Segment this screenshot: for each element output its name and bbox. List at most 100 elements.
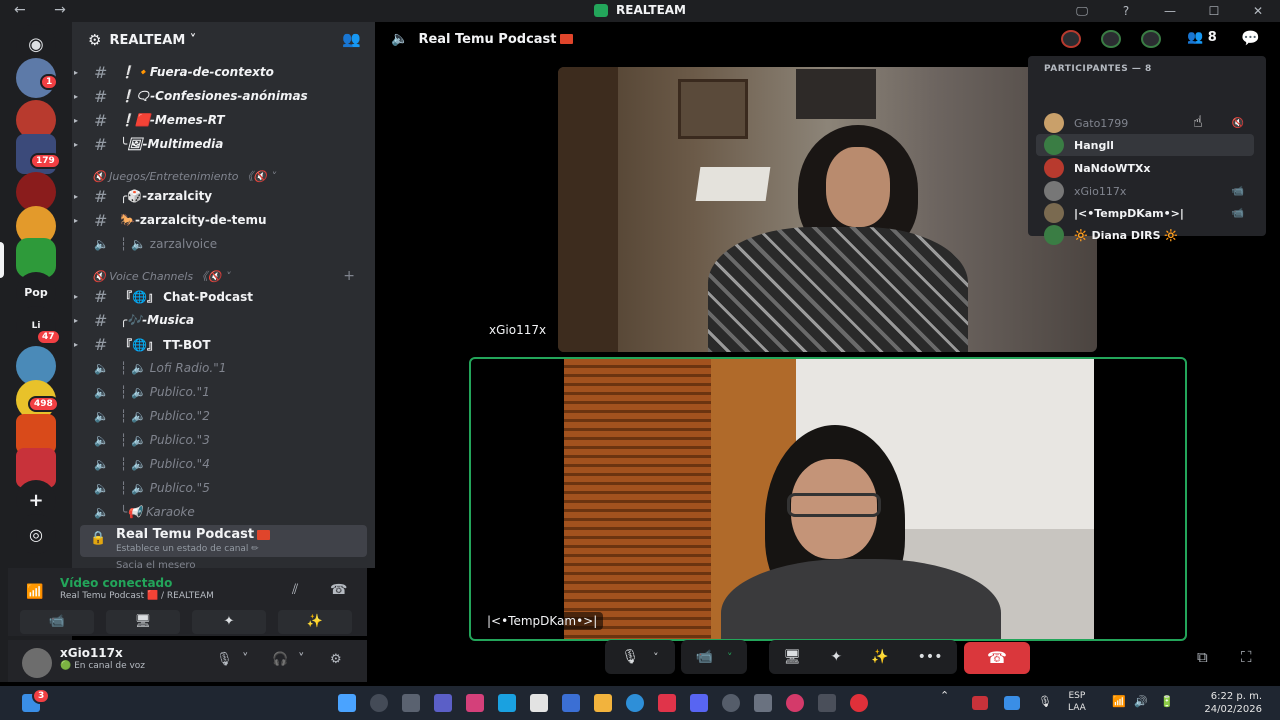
- voice-channel-item[interactable]: 🔈 ┆ 🔈 Publico."5: [72, 476, 375, 500]
- channel-status-prompt[interactable]: Establece un estado de canal ✏: [116, 544, 259, 554]
- voice-channel-item[interactable]: 🔈 ┆ 🔈 zarzalvoice: [72, 232, 375, 256]
- language-indicator[interactable]: ESP LAA: [1068, 690, 1086, 714]
- signal-icon[interactable]: 📶: [26, 584, 43, 600]
- mic-control[interactable]: 🎙 ˅: [605, 640, 675, 674]
- channel-item[interactable]: ▸ # ❕🟥-Memes-RT: [72, 108, 375, 132]
- app-icon-i[interactable]: [850, 694, 868, 712]
- tray-overflow-icon[interactable]: ⌃: [940, 690, 949, 702]
- app-icon-g[interactable]: [786, 694, 804, 712]
- app-icon-e[interactable]: [722, 694, 740, 712]
- maximize-button[interactable]: ☐: [1192, 4, 1236, 18]
- taskbar-clock[interactable]: 6:22 p. m. 24/02/2026: [1204, 690, 1262, 716]
- task-view-icon[interactable]: [402, 694, 420, 712]
- volume-icon[interactable]: 🔊: [1134, 696, 1148, 708]
- close-button[interactable]: ✕: [1236, 4, 1280, 18]
- participant-avatar-icon[interactable]: [1141, 30, 1161, 48]
- category-voice[interactable]: 🔇 Voice Channels 《🔇 ˅ +: [72, 266, 375, 286]
- participant-row[interactable]: NaNdoWTXx: [1036, 157, 1254, 179]
- minimize-button[interactable]: —: [1148, 4, 1192, 18]
- teams-icon[interactable]: [434, 694, 452, 712]
- popout-icon[interactable]: ⧉: [1197, 648, 1208, 666]
- inbox-icon[interactable]: 🖵: [1060, 4, 1104, 19]
- app-icon-f[interactable]: [754, 694, 772, 712]
- video-tile-bottom[interactable]: [469, 357, 1187, 641]
- channel-item[interactable]: ▸ # 『🌐』 Chat-Podcast: [72, 284, 375, 308]
- voice-channel-item[interactable]: 🔈 ┆ 🔈 Publico."3: [72, 428, 375, 452]
- participants-toggle[interactable]: 👥 8: [1187, 30, 1217, 45]
- channel-item[interactable]: ▸ # ╰🖼-Multimedia: [72, 132, 375, 156]
- invite-icon[interactable]: 👥: [342, 30, 361, 48]
- voice-member-peek[interactable]: Sacia el mesero: [116, 560, 195, 568]
- chat-icon[interactable]: 💬: [1241, 29, 1260, 47]
- participant-row[interactable]: |<•TempDKam•>| 📹: [1036, 202, 1254, 224]
- participant-avatar-icon[interactable]: [1101, 30, 1121, 48]
- activities-button[interactable]: ✦: [192, 610, 266, 634]
- voice-channel-item[interactable]: 🔈 ┆ 🔈 Publico."2: [72, 404, 375, 428]
- guild-header[interactable]: ⚙ REALTEAM ˅ 👥: [72, 22, 375, 58]
- disconnect-icon[interactable]: ☎: [330, 582, 347, 598]
- camera-control[interactable]: 📹 ˅: [681, 640, 747, 674]
- participant-row[interactable]: Gato1799 🔇: [1036, 112, 1254, 134]
- headphones-icon[interactable]: 🎧: [272, 652, 288, 667]
- channel-item[interactable]: ▸ # ❕🔸Fuera-de-contexto: [72, 60, 375, 84]
- chevron-down-icon[interactable]: ˅: [242, 652, 249, 667]
- start-icon[interactable]: [338, 694, 356, 712]
- chevron-down-icon[interactable]: ˅: [727, 651, 733, 664]
- more-icon[interactable]: •••: [918, 649, 943, 665]
- channel-item[interactable]: ▸ # ╭🎲-zarzalcity: [72, 184, 375, 208]
- fullscreen-icon[interactable]: ⛶: [1241, 648, 1252, 666]
- edge-icon[interactable]: [498, 694, 516, 712]
- username[interactable]: xGio117x: [60, 646, 123, 660]
- explore-icon[interactable]: ◎: [16, 514, 56, 554]
- voice-channel-item[interactable]: 🔈 ┆ 🔈 Publico."4: [72, 452, 375, 476]
- participant-avatar-icon[interactable]: [1061, 30, 1081, 48]
- screen-share-button[interactable]: 🖥: [106, 610, 180, 634]
- chevron-down-icon[interactable]: ˅: [653, 651, 659, 664]
- video-tile-top[interactable]: [558, 67, 1097, 352]
- battery-icon[interactable]: 🔋: [1160, 696, 1174, 708]
- chevron-down-icon[interactable]: ˅: [298, 652, 305, 667]
- activities-icon[interactable]: ✦: [830, 649, 842, 665]
- discord-taskbar-icon[interactable]: [690, 694, 708, 712]
- app-icon-h[interactable]: [818, 694, 836, 712]
- app-icon-b[interactable]: [562, 694, 580, 712]
- search-icon[interactable]: [370, 694, 388, 712]
- tray-mic-icon[interactable]: 🎙: [1038, 696, 1052, 708]
- channel-item[interactable]: ▸ # 🐎-zarzalcity-de-temu: [72, 208, 375, 232]
- file-explorer-icon[interactable]: [594, 694, 612, 712]
- help-icon[interactable]: ?: [1104, 4, 1148, 18]
- voice-status-subtitle[interactable]: Real Temu Podcast 🟥 / REALTEAM: [60, 591, 214, 601]
- screen-share-icon[interactable]: 🖥: [784, 649, 802, 665]
- nav-arrows[interactable]: ← →: [14, 2, 78, 18]
- channel-item[interactable]: ▸ # ❕🗨-Confesiones-anónimas: [72, 84, 375, 108]
- voice-channel-item[interactable]: 🔈 ┆ 🔈 Publico."1: [72, 380, 375, 404]
- wifi-icon[interactable]: 📶: [1112, 696, 1126, 708]
- video-button[interactable]: 📹: [20, 610, 94, 634]
- voice-channel-item[interactable]: 🔈 ╰📢 Karaoke: [72, 500, 375, 524]
- participant-row[interactable]: 🔆 Diana DIRS 🔆: [1036, 225, 1254, 245]
- noise-suppression-icon[interactable]: ⫽: [292, 582, 298, 598]
- selected-voice-channel[interactable]: 🔒 Real Temu Podcast Establece un estado …: [80, 525, 367, 557]
- gear-icon[interactable]: ⚙: [330, 652, 342, 667]
- soundboard-icon[interactable]: ✨: [871, 649, 888, 665]
- tray-app-icon[interactable]: [972, 696, 988, 710]
- app-icon-c[interactable]: [626, 694, 644, 712]
- guild-settings-icon[interactable]: ⚙: [88, 31, 101, 49]
- camera-icon[interactable]: 📹: [696, 649, 713, 665]
- participant-row[interactable]: Hangll: [1036, 134, 1254, 156]
- store-icon[interactable]: [530, 694, 548, 712]
- avatar[interactable]: [22, 648, 52, 678]
- tray-app-icon[interactable]: [1004, 696, 1020, 710]
- channel-item[interactable]: ▸ # 『🌐』 TT-BOT: [72, 332, 375, 356]
- soundboard-button[interactable]: ✨: [278, 610, 352, 634]
- voice-channel-item[interactable]: 🔈 ┆ 🔈 Lofi Radio."1: [72, 356, 375, 380]
- category-games[interactable]: 🔇 Juegos/Entretenimiento 《🔇 ˅: [72, 166, 375, 186]
- microphone-icon[interactable]: 🎙: [621, 649, 639, 665]
- app-icon-a[interactable]: [466, 694, 484, 712]
- app-icon-d[interactable]: [658, 694, 676, 712]
- channel-item[interactable]: ▸ # ╭🎶-Musica: [72, 308, 375, 332]
- add-channel-icon[interactable]: +: [343, 268, 355, 284]
- leave-call-button[interactable]: ☎: [964, 642, 1030, 674]
- microphone-icon[interactable]: 🎙: [216, 652, 233, 667]
- participant-row[interactable]: xGio117x 📹: [1036, 180, 1254, 202]
